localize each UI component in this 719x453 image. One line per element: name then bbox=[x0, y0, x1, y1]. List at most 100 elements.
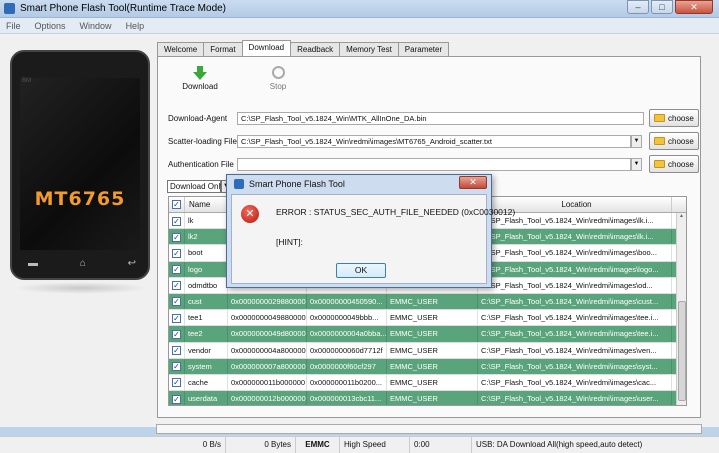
table-row[interactable]: ✓ tee2 0x0000000049d80000 0x0000000004a0bba… bbox=[169, 326, 686, 343]
phone-screen: MT6765 bbox=[20, 78, 140, 250]
minimize-button[interactable]: – bbox=[627, 0, 649, 14]
download-agent-label: Download-Agent bbox=[168, 114, 228, 123]
table-row[interactable]: ✓ userdata 0x000000012b000000 0x000000013cb… bbox=[169, 391, 686, 405]
scroll-thumb[interactable] bbox=[678, 301, 686, 401]
error-dialog: Smart Phone Flash Tool ✕ ✕ ERROR : STATU… bbox=[226, 174, 515, 288]
tab-download[interactable]: Download bbox=[241, 40, 292, 56]
cell-name: odmdtbo bbox=[185, 277, 228, 293]
checkbox-icon[interactable]: ✓ bbox=[172, 248, 181, 258]
stop-button[interactable]: Stop bbox=[259, 66, 297, 91]
cell-region: EMMC_USER bbox=[387, 310, 478, 326]
menu-help[interactable]: Help bbox=[126, 21, 145, 31]
table-scrollbar[interactable]: ▲ bbox=[676, 213, 686, 405]
header-name[interactable]: Name bbox=[185, 197, 228, 212]
phone-shadow bbox=[14, 282, 148, 294]
checkbox-icon[interactable]: ✓ bbox=[172, 232, 181, 242]
row-checkbox[interactable]: ✓ bbox=[169, 245, 185, 261]
choose-download-agent-button[interactable]: choose bbox=[649, 109, 699, 127]
checkbox-icon[interactable]: ✓ bbox=[172, 216, 181, 226]
row-checkbox[interactable]: ✓ bbox=[169, 342, 185, 358]
cell-name: lk bbox=[185, 213, 228, 229]
checkbox-icon[interactable]: ✓ bbox=[172, 265, 181, 275]
menu-options[interactable]: Options bbox=[35, 21, 66, 31]
folder-icon bbox=[654, 160, 665, 168]
select-all-checkbox[interactable]: ✓ bbox=[169, 197, 185, 212]
checkbox-icon[interactable]: ✓ bbox=[172, 346, 181, 356]
scatter-field[interactable]: C:\SP_Flash_Tool_v5.1824_Win\redmi\image… bbox=[237, 135, 631, 148]
cell-location: C:\SP_Flash_Tool_v5.1824_Win\redmi\image… bbox=[478, 358, 672, 374]
tab-welcome[interactable]: Welcome bbox=[157, 42, 205, 56]
mode-select[interactable]: Download Only bbox=[167, 180, 224, 193]
checkbox-icon[interactable]: ✓ bbox=[172, 297, 181, 307]
tab-format[interactable]: Format bbox=[203, 42, 243, 56]
checkbox-icon[interactable]: ✓ bbox=[172, 378, 181, 388]
window-title: Smart Phone Flash Tool(Runtime Trace Mod… bbox=[20, 3, 227, 14]
tab-parameter[interactable]: Parameter bbox=[397, 42, 450, 56]
table-row[interactable]: ✓ cust 0x0000000029880000 0x00000000450590.… bbox=[169, 293, 686, 311]
maximize-button[interactable]: □ bbox=[651, 0, 673, 14]
cell-region: EMMC_USER bbox=[387, 391, 478, 405]
app-icon bbox=[4, 3, 15, 14]
tab-memory-test[interactable]: Memory Test bbox=[339, 42, 399, 56]
choose-label: choose bbox=[668, 113, 694, 123]
download-button[interactable]: Download bbox=[181, 66, 219, 91]
auth-field[interactable] bbox=[237, 158, 631, 171]
cell-region: EMMC_USER bbox=[387, 293, 478, 310]
tab-bar: Welcome Format Download Readback Memory … bbox=[157, 40, 450, 56]
row-checkbox[interactable]: ✓ bbox=[169, 326, 185, 342]
scatter-dropdown-icon[interactable]: ▼ bbox=[631, 135, 642, 148]
auth-dropdown-icon[interactable]: ▼ bbox=[631, 158, 642, 171]
checkbox-icon[interactable]: ✓ bbox=[172, 329, 181, 339]
cell-name: boot bbox=[185, 245, 228, 261]
cell-end-address: 0x0000000004a0bba... bbox=[307, 326, 387, 342]
row-checkbox[interactable]: ✓ bbox=[169, 358, 185, 374]
row-checkbox[interactable]: ✓ bbox=[169, 277, 185, 293]
dialog-body: ✕ ERROR : STATUS_SEC_AUTH_FILE_NEEDED (0… bbox=[231, 194, 515, 284]
cell-end-address: 0x000000011b0200... bbox=[307, 374, 387, 391]
table-row[interactable]: ✓ tee1 0x0000000049880000 0x0000000049bbb..… bbox=[169, 310, 686, 327]
cell-region: EMMC_USER bbox=[387, 358, 478, 374]
ok-button[interactable]: OK bbox=[336, 263, 386, 278]
cell-end-address: 0x0000000f60cf297 bbox=[307, 358, 387, 374]
table-row[interactable]: ✓ cache 0x000000011b000000 0x000000011b0200… bbox=[169, 374, 686, 392]
row-checkbox[interactable]: ✓ bbox=[169, 229, 185, 245]
back-key-icon: ↩ bbox=[127, 258, 136, 269]
status-usb: USB: DA Download All(high speed,auto det… bbox=[476, 440, 643, 449]
row-checkbox[interactable]: ✓ bbox=[169, 261, 185, 277]
cell-begin-address: 0x0000000049d80000 bbox=[228, 326, 307, 342]
download-agent-field[interactable]: C:\SP_Flash_Tool_v5.1824_Win\MTK_AllInOn… bbox=[237, 112, 644, 125]
close-button[interactable]: ✕ bbox=[675, 0, 713, 14]
phone-brand: BM bbox=[22, 78, 31, 84]
choose-auth-button[interactable]: choose bbox=[649, 155, 699, 173]
status-bytes: 0 Bytes bbox=[226, 437, 296, 453]
cell-begin-address: 0x0000000029880000 bbox=[228, 293, 307, 310]
tab-readback[interactable]: Readback bbox=[290, 42, 341, 56]
menu-file[interactable]: File bbox=[6, 21, 21, 31]
table-row[interactable]: ✓ vendor 0x000000004a800000 0x0000000060d77… bbox=[169, 342, 686, 359]
row-checkbox[interactable]: ✓ bbox=[169, 391, 185, 405]
checkbox-icon[interactable]: ✓ bbox=[172, 362, 181, 372]
checkbox-icon[interactable]: ✓ bbox=[172, 281, 181, 291]
status-mode: High Speed bbox=[340, 437, 410, 453]
error-message: ERROR : STATUS_SEC_AUTH_FILE_NEEDED (0xC… bbox=[276, 207, 516, 217]
cell-end-address: 0x000000013cbc11... bbox=[307, 391, 387, 405]
status-storage: EMMC bbox=[296, 437, 340, 453]
choose-scatter-button[interactable]: choose bbox=[649, 132, 699, 150]
scatter-label: Scatter-loading File bbox=[168, 137, 237, 146]
scroll-up-icon[interactable]: ▲ bbox=[677, 213, 686, 222]
phone-keys: ▬ ⌂ ↩ bbox=[28, 258, 136, 269]
table-row[interactable]: ✓ system 0x000000007a800000 0x0000000f60cf2… bbox=[169, 358, 686, 375]
dialog-close-button[interactable]: ✕ bbox=[459, 176, 487, 189]
row-checkbox[interactable]: ✓ bbox=[169, 293, 185, 310]
hint-text: [HINT]: bbox=[276, 237, 303, 247]
row-checkbox[interactable]: ✓ bbox=[169, 310, 185, 326]
cell-region: EMMC_USER bbox=[387, 342, 478, 358]
checkbox-icon[interactable]: ✓ bbox=[172, 394, 181, 404]
cell-name: logo bbox=[185, 261, 228, 277]
row-checkbox[interactable]: ✓ bbox=[169, 213, 185, 229]
choose-label: choose bbox=[668, 159, 694, 169]
menu-window[interactable]: Window bbox=[80, 21, 112, 31]
phone-illustration: MT6765 BM ▬ ⌂ ↩ bbox=[10, 50, 150, 280]
row-checkbox[interactable]: ✓ bbox=[169, 374, 185, 391]
checkbox-icon[interactable]: ✓ bbox=[172, 313, 181, 323]
